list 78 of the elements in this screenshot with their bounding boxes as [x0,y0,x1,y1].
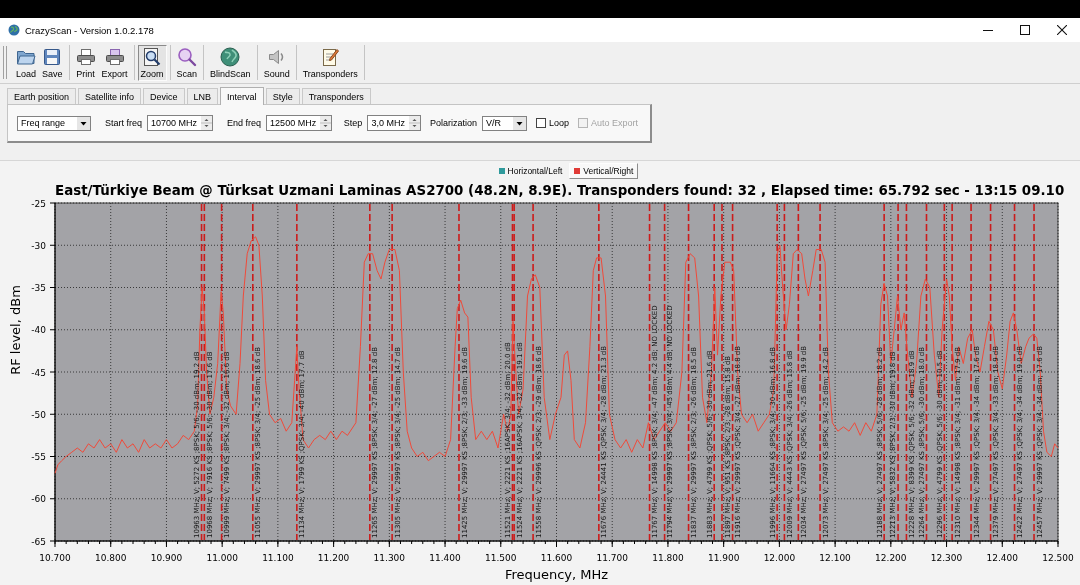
axis-tick-label: 12.100 [819,553,851,563]
toolbar-button[interactable]: Load [13,44,40,81]
axis-tick-label: 11.100 [262,553,294,563]
caret-icon [77,116,91,130]
axis-tick-label: 10.700 [39,553,71,563]
tab[interactable]: Style [265,88,300,104]
axis-tick-label: -50 [31,409,46,420]
field-label: Start freq [105,118,143,128]
printer-icon [104,47,125,67]
magnifier-icon [176,47,197,67]
dropdown[interactable]: V/R [481,115,527,131]
caret-icon [512,116,526,130]
axis-tick-label: 12.300 [930,553,963,563]
field-label: Step [343,118,363,128]
axis-tick-label: 12.200 [875,553,907,563]
axis-tick-label: -35 [31,283,46,293]
field-label: End freq [227,118,262,128]
axis-tick-label: -25 [31,198,46,209]
axis-tick-label: 11.500 [485,553,517,563]
axis-tick-label: -30 [31,240,46,251]
checkbox-label: Loop [548,118,569,128]
spin-field[interactable]: 10700 MHz [147,115,214,131]
toolbar-button[interactable]: BlindScan [207,44,254,81]
toolbar-button[interactable]: Save [39,44,66,81]
legend-item[interactable]: Vertical/Right [569,162,639,179]
axis-tick-label: 11.700 [596,553,628,563]
toolbar-button[interactable]: Sound [260,44,293,81]
axis-tick-label: 12.500 [1042,553,1074,563]
checkbox[interactable] [535,118,546,128]
tab[interactable]: Earth position [7,88,77,104]
tab[interactable]: LNB [186,88,219,104]
field-label: Polarization [429,118,477,128]
tab[interactable]: Interval [220,87,264,105]
axis-tick-label: 11.200 [317,553,350,563]
globe-icon [8,24,20,36]
toolbar-button[interactable]: Transponders [299,44,361,81]
dropdown[interactable]: Freq range [17,115,92,131]
axis-tick-label: -40 [31,325,46,336]
axis-tick-label: 11.400 [429,553,461,563]
maximize-icon [1019,25,1030,35]
notepad-pencil-icon [320,47,341,67]
window-title: CrazyScan - Version 1.0.2.178 [25,24,154,36]
tab[interactable]: Satellite info [78,88,142,104]
spin-field[interactable]: 12500 MHz [266,115,333,131]
toolbar-button[interactable]: Zoom [137,44,167,81]
axis-tick-label: 10.900 [150,553,183,563]
axis-tick-label: 11.600 [540,553,573,563]
toolbar-button[interactable]: Print [72,44,99,81]
axis-tick-label: -55 [31,452,46,462]
magnifier-page-icon [142,47,163,67]
spinner-icon [320,116,332,130]
checkbox-label: Auto Export [590,118,638,128]
axis-tick-label: 11.900 [707,553,740,563]
globe-icon [220,47,241,67]
axis-tick-label: -65 [31,536,46,547]
spin-field[interactable]: 3,0 MHz [367,115,421,131]
minimize-icon [982,29,993,31]
chart-title: East/Türkiye Beam @ Türksat Uzmani Laminas AS2700 (48.2N, 8.9E). Transponders found: 32 , Elapsed time: 65.792 sec - 13:15 09.10 [55,183,1065,198]
spinner-icon [408,116,420,130]
axis-tick-label: -60 [31,494,46,505]
close-icon [1056,25,1067,35]
printer-icon [75,47,96,67]
axis-tick-label: 11.000 [206,553,238,563]
toolbar-button[interactable]: Export [98,44,131,81]
axis-tick-label: 11.300 [373,553,406,563]
axis-tick-label: 11.800 [652,553,684,563]
axis-title: RF level, dBm [8,285,23,375]
axis-tick-label: 10.800 [94,553,127,563]
tab[interactable]: Device [143,88,185,104]
spinner-icon [201,116,213,130]
axis-tick-label: -45 [31,367,46,378]
toolbar-grip[interactable] [3,46,7,79]
axis-tick-label: 12.000 [763,553,796,563]
legend-item[interactable]: Horizontal/Left [493,162,568,179]
toolbar-button[interactable]: Scan [173,44,201,81]
tab[interactable]: Transponders [301,88,371,104]
axis-title: Frequency, MHz [504,567,609,582]
axis-tick-label: 12.400 [986,553,1019,563]
